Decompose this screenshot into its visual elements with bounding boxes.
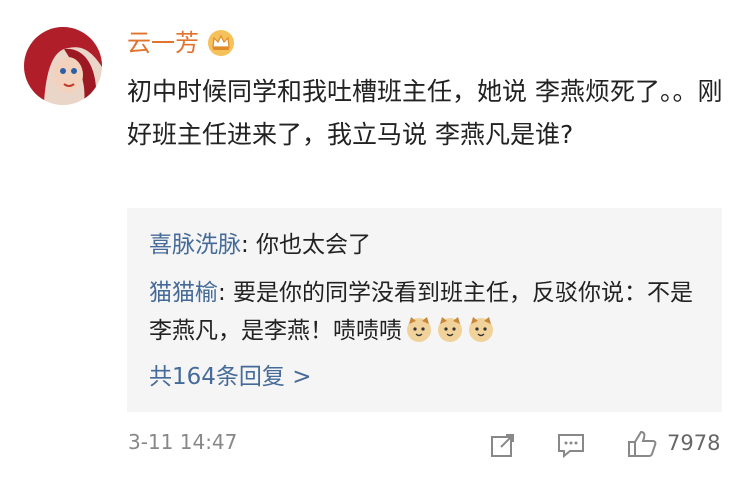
username-text[interactable]: 云一芳 [127, 27, 199, 59]
reply-author[interactable]: 猫猫榆 [149, 280, 218, 306]
reply-text: : 你也太会了 [241, 232, 372, 258]
reply-item: 喜脉洗脉: 你也太会了 [149, 226, 709, 264]
cat-emoji-icon [438, 317, 462, 342]
comment-text: 初中时候同学和我吐槽班主任，她说 李燕烦死了。。刚好班主任进来了，我立马说 李燕… [127, 77, 723, 149]
crown-badge-icon [208, 30, 234, 56]
username[interactable]: 云一芳 [127, 27, 235, 59]
cat-emoji-icon [469, 317, 493, 342]
like-count: 7978 [667, 431, 721, 455]
timestamp: 3-11 14:47 [128, 430, 238, 454]
avatar[interactable] [24, 27, 102, 105]
cat-emoji-icon [407, 317, 431, 342]
share-icon[interactable] [489, 431, 517, 459]
more-replies-link[interactable]: 共164条回复 > [149, 360, 311, 394]
like-icon[interactable] [626, 429, 658, 459]
comment-icon[interactable] [556, 431, 586, 459]
reply-box: 喜脉洗脉: 你也太会了 猫猫榆: 要是你的同学没看到班主任，反驳你说：不是李燕凡… [127, 208, 722, 412]
reply-author[interactable]: 喜脉洗脉 [149, 232, 241, 258]
reply-item: 猫猫榆: 要是你的同学没看到班主任，反驳你说：不是李燕凡，是李燕！啧啧啧 [149, 274, 709, 350]
